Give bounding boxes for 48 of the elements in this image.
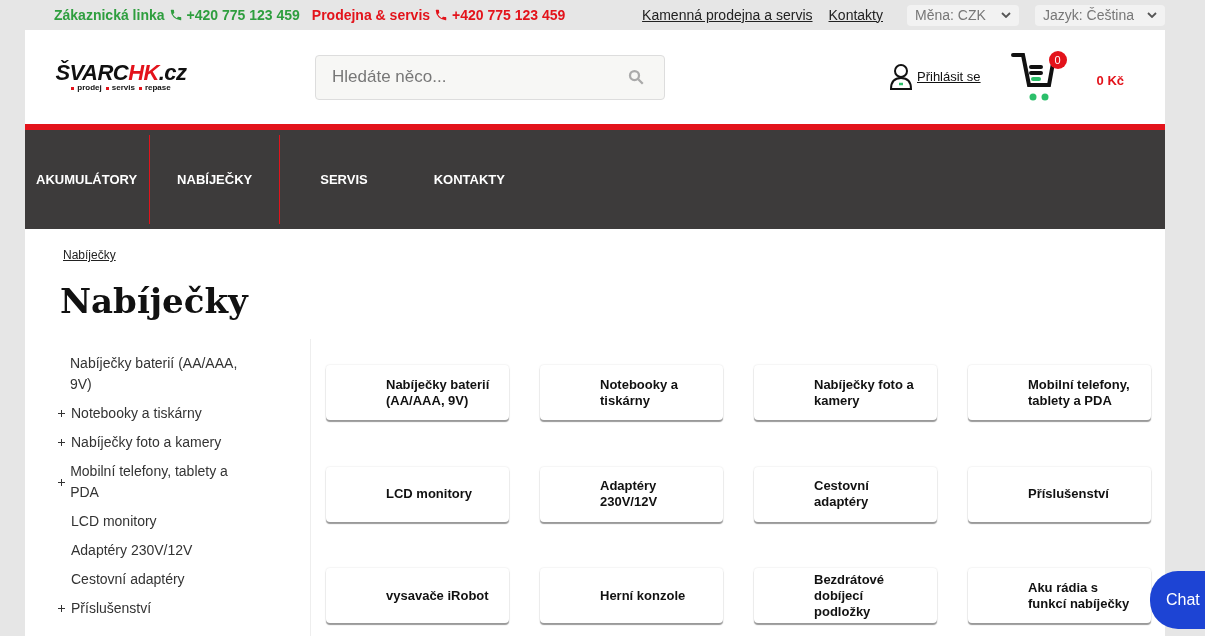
- category-tile[interactable]: Bezdrátové dobíjecí podložky: [754, 568, 937, 624]
- plus-icon[interactable]: [58, 439, 65, 446]
- chat-button[interactable]: Chat: [1150, 571, 1205, 629]
- page-title: Nabíječky: [60, 280, 250, 323]
- category-tile[interactable]: Notebooky a tiskárny: [540, 365, 723, 420]
- chevron-down-icon: [1001, 12, 1011, 18]
- sidebar-link[interactable]: Cestovní adaptéry: [71, 569, 185, 590]
- sidebar-link[interactable]: Příslušenství: [71, 598, 152, 619]
- category-tile[interactable]: Nabíječky foto a kamery: [754, 365, 937, 420]
- sidebar-link[interactable]: Adaptéry 230V/12V: [71, 540, 193, 561]
- user-icon: [889, 63, 913, 91]
- category-tile[interactable]: Herní konzole: [540, 568, 723, 624]
- search-field[interactable]: Hledáte něco...: [315, 54, 665, 100]
- currency-select[interactable]: Měna: CZK: [907, 4, 1019, 26]
- nav-item[interactable]: NABÍJEČKY: [177, 169, 253, 190]
- category-tile[interactable]: Cestovní adaptéry: [754, 466, 937, 522]
- cart-total: 0 Kč: [1096, 72, 1125, 91]
- plus-icon[interactable]: [58, 410, 65, 417]
- phone-icon: [168, 8, 183, 22]
- sidebar-link[interactable]: Nabíječky foto a kamery: [71, 432, 222, 453]
- cart-count-badge: 0: [1048, 51, 1067, 69]
- nav-item[interactable]: KONTAKTY: [433, 169, 505, 190]
- chevron-down-icon: [1147, 12, 1157, 18]
- customer-line-label: Zákaznická linka: [54, 5, 165, 25]
- top-link[interactable]: Kontakty: [828, 4, 883, 26]
- phone-number[interactable]: +420 775 123 459: [452, 4, 566, 26]
- category-tile[interactable]: Nabíječky baterií (AA/AAA, 9V): [326, 365, 509, 420]
- category-tile[interactable]: LCD monitory: [326, 466, 509, 522]
- category-tile[interactable]: vysavače iRobot: [326, 568, 509, 624]
- category-tile[interactable]: Mobilní telefony, tablety a PDA: [968, 365, 1151, 420]
- plus-icon[interactable]: [58, 605, 65, 612]
- plus-icon[interactable]: [58, 478, 65, 486]
- category-tile[interactable]: Příslušenství: [968, 466, 1151, 522]
- phone-icon: [434, 8, 449, 22]
- breadcrumb-link[interactable]: Nabíječky: [63, 246, 116, 264]
- nav-item[interactable]: AKUMULÁTORY: [36, 169, 138, 190]
- nav-item[interactable]: SERVIS: [320, 169, 368, 190]
- sidebar-link[interactable]: Nabíječky baterií (AA/AAA, 9V): [70, 353, 248, 395]
- sidebar-link[interactable]: LCD monitory: [71, 511, 157, 532]
- category-tile[interactable]: Adaptéry 230V/12V: [540, 466, 723, 522]
- language-select[interactable]: Jazyk: Čeština: [1035, 4, 1165, 26]
- sidebar-link[interactable]: Notebooky a tiskárny: [71, 403, 202, 424]
- sidebar-link[interactable]: Mobilní telefony, tablety a PDA: [70, 461, 248, 503]
- logo[interactable]: ŠVARCHK.cz prodej servis repase: [45, 62, 197, 92]
- login-link[interactable]: Přihlásit se: [917, 67, 981, 87]
- shop-line-label: Prodejna & servis: [311, 5, 431, 25]
- top-link[interactable]: Kamenná prodejna a servis: [642, 4, 813, 26]
- category-tile[interactable]: Aku rádia s funkcí nabíječky: [968, 568, 1151, 624]
